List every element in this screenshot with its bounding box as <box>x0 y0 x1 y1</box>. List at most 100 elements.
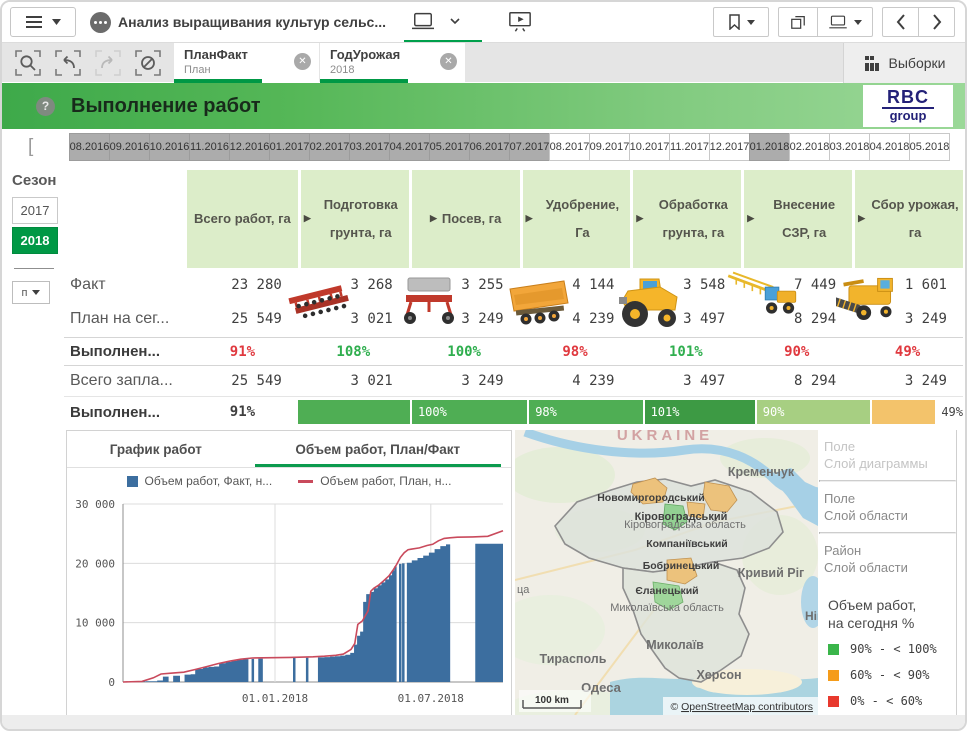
timeline-cell[interactable]: 08.2017 <box>549 133 590 161</box>
map-legend-item: 60% - < 90% <box>819 662 956 688</box>
timeline-cell[interactable]: 10.2016 <box>149 133 190 161</box>
timeline-cell[interactable]: 01.2017 <box>269 133 310 161</box>
layer-group-area-district[interactable]: РайонСлой области <box>819 534 956 584</box>
help-icon[interactable]: ? <box>36 97 55 116</box>
timeline-cell[interactable]: 04.2018 <box>869 133 910 161</box>
column-header-6[interactable]: ▶Внесение СЗР, га <box>741 170 852 268</box>
season-label: Сезон <box>12 172 64 189</box>
timeline-cell[interactable]: 07.2017 <box>509 133 550 161</box>
filter-chip-planfakt[interactable]: ПланФакт План ✕ <box>174 43 319 83</box>
expand-icon[interactable]: ▶ <box>636 209 643 228</box>
expand-icon[interactable]: ▶ <box>526 209 533 228</box>
svg-text:30 000: 30 000 <box>75 498 115 511</box>
works-pivot-table: Всего работ, га▶Подготовка грунта, га▶По… <box>64 166 963 428</box>
timeline-cell[interactable]: 03.2017 <box>349 133 390 161</box>
regions-map[interactable]: UKRAINE Кременчук Новомиргородський Кіро… <box>515 430 818 715</box>
sheet-icon <box>828 14 848 30</box>
timeline-cell[interactable]: 11.2017 <box>669 133 710 161</box>
timeline-cell[interactable]: 01.2018 <box>749 133 790 161</box>
smart-search-icon[interactable] <box>12 47 44 79</box>
column-header-2[interactable]: ▶Подготовка грунта, га <box>298 170 409 268</box>
timeline-range-handle[interactable]: [ <box>28 136 33 158</box>
sheet-list-button[interactable] <box>817 7 873 37</box>
timeline-cell[interactable]: 02.2018 <box>789 133 830 161</box>
done-pct-cell: 100% <box>409 344 520 360</box>
total-value-cell: 3 249 <box>852 373 963 389</box>
selections-tool-button[interactable]: Выборки <box>843 43 965 83</box>
expand-icon[interactable]: ▶ <box>304 209 311 228</box>
timeline-cell[interactable]: 02.2017 <box>309 133 350 161</box>
month-timeline: 08.201609.201610.201611.201612.201601.20… <box>69 133 965 163</box>
timeline-cell[interactable]: 05.2018 <box>909 133 950 161</box>
completion-bar-segment: 90% <box>757 400 870 424</box>
plan-value-cell: 25 549 <box>187 311 298 327</box>
caret-down-icon <box>854 20 862 25</box>
tab-work-volume-plan-fact[interactable]: Объем работ, План/Факт <box>245 431 511 467</box>
expand-icon[interactable]: ▶ <box>858 209 865 228</box>
fact-value-cell: 3 255 <box>409 277 520 293</box>
done-pct-cell: 49% <box>852 344 963 360</box>
column-header-7[interactable]: ▶Сбор урожая, га <box>852 170 963 268</box>
chevron-down-icon[interactable] <box>450 18 460 25</box>
timeline-cell[interactable]: 12.2017 <box>709 133 750 161</box>
sheet-view-icon[interactable] <box>410 10 436 32</box>
previous-sheet-button[interactable] <box>882 7 919 37</box>
tab-work-schedule[interactable]: График работ <box>67 431 245 467</box>
fact-value-cell: 23 280 <box>187 277 298 293</box>
step-back-icon[interactable] <box>52 47 84 79</box>
filter-chip-godurozhaya[interactable]: ГодУрожая 2018 ✕ <box>320 43 465 83</box>
city-label: Миколаїв <box>646 638 704 652</box>
mini-filter-dropdown[interactable]: п <box>12 281 50 304</box>
expand-icon[interactable]: ▶ <box>747 209 754 228</box>
timeline-cell[interactable]: 03.2018 <box>829 133 870 161</box>
column-header-3[interactable]: ▶Посев, га <box>409 170 520 268</box>
timeline-cell[interactable]: 10.2017 <box>629 133 670 161</box>
duplicate-sheet-button[interactable] <box>778 7 818 37</box>
grid-icon <box>864 55 880 71</box>
timeline-cell[interactable]: 11.2016 <box>189 133 230 161</box>
timeline-cell[interactable]: 05.2017 <box>429 133 470 161</box>
plan-value-cell: 3 249 <box>409 311 520 327</box>
presentation-mode-icon[interactable] <box>507 10 533 34</box>
timeline-cell[interactable]: 12.2016 <box>229 133 270 161</box>
row-label-done-pct: Выполнен... <box>64 343 187 360</box>
map-legend-title: Объем работ,на сегодня % <box>819 584 956 636</box>
copy-icon <box>790 14 806 30</box>
svg-text:20 000: 20 000 <box>75 557 115 570</box>
city-label: Кривий Ріг <box>738 566 805 580</box>
completion-bar-end-label: 49% <box>941 405 963 419</box>
bookmarks-button[interactable] <box>713 7 769 37</box>
timeline-cell[interactable]: 09.2017 <box>589 133 630 161</box>
total-value-cell: 3 497 <box>630 373 741 389</box>
plan-value-cell: 3 497 <box>630 311 741 327</box>
sheet-title: Выполнение работ <box>71 95 261 118</box>
total-value-cell: 3 249 <box>409 373 520 389</box>
map-attribution[interactable]: © OpenStreetMap contributors <box>670 701 813 713</box>
close-icon[interactable]: ✕ <box>294 53 311 70</box>
timeline-cell[interactable]: 09.2016 <box>109 133 150 161</box>
legend-color-swatch <box>828 696 839 707</box>
clear-selections-icon[interactable] <box>132 47 164 79</box>
filter-field: ГодУрожая <box>330 47 400 62</box>
column-header-5[interactable]: ▶Обработка грунта, га <box>630 170 741 268</box>
row-label-plan-today: План на сег... <box>64 310 187 328</box>
close-icon[interactable]: ✕ <box>440 53 457 70</box>
next-sheet-button[interactable] <box>918 7 955 37</box>
rbc-group-logo: RBC group <box>863 85 953 127</box>
column-header-4[interactable]: ▶Удобрение, Га <box>520 170 631 268</box>
column-header-1[interactable]: Всего работ, га <box>187 170 298 268</box>
timeline-cell[interactable]: 04.2017 <box>389 133 430 161</box>
layer-group-diagram: ПолеСлой диаграммы <box>819 430 956 480</box>
timeline-cell[interactable]: 08.2016 <box>69 133 110 161</box>
app-options-icon[interactable] <box>90 12 111 33</box>
layer-group-area-field[interactable]: ПолеСлой области <box>819 482 956 532</box>
plan-value-cell: 3 249 <box>852 311 963 327</box>
expand-icon[interactable]: ▶ <box>430 209 437 228</box>
fact-value-cell: 4 144 <box>520 277 631 293</box>
legend-color-swatch <box>828 644 839 655</box>
season-option-2017[interactable]: 2017 <box>12 197 58 224</box>
global-menu-button[interactable] <box>10 7 76 37</box>
season-option-2018[interactable]: 2018 <box>12 227 58 254</box>
cumulative-work-chart[interactable]: 010 00020 00030 00001.01.201801.07.2018 <box>67 496 511 710</box>
timeline-cell[interactable]: 06.2017 <box>469 133 510 161</box>
